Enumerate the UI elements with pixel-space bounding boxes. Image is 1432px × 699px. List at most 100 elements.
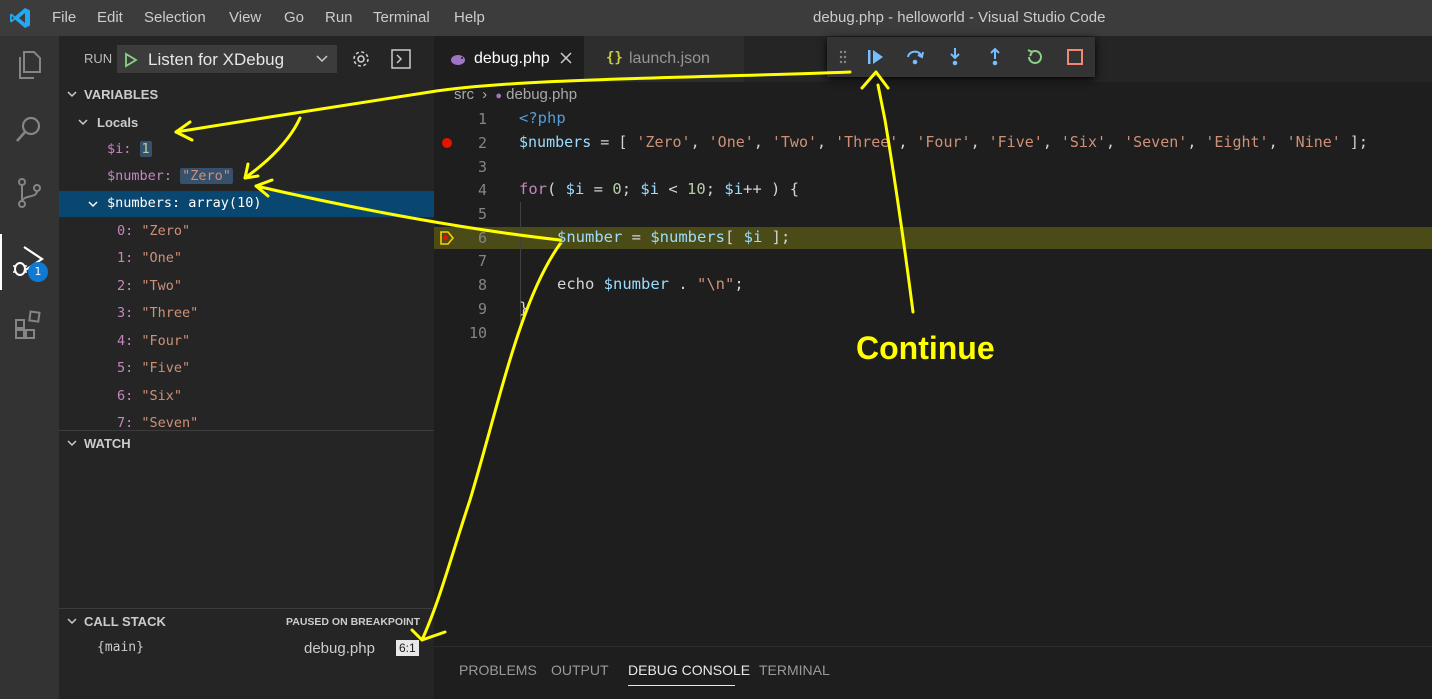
tab-label: launch.json [629, 50, 710, 67]
token: 'One' [708, 133, 754, 151]
menu-terminal[interactable]: Terminal [373, 9, 430, 26]
token: $i [743, 228, 763, 246]
source-control-icon[interactable] [12, 176, 46, 210]
token: for [519, 180, 547, 198]
extensions-icon[interactable] [12, 308, 46, 342]
line-number: 9 [477, 300, 487, 318]
token: 10 [687, 180, 706, 198]
stop-icon[interactable] [1065, 47, 1085, 67]
chevron-down-icon [316, 55, 328, 63]
variable-number[interactable]: $number: "Zero" [59, 164, 434, 190]
locals-scope[interactable]: Locals [59, 110, 434, 134]
step-over-icon[interactable] [905, 47, 925, 67]
json-file-icon: {} [606, 50, 623, 66]
debug-console-icon[interactable] [390, 48, 412, 70]
watch-title: WATCH [84, 436, 131, 451]
menu-edit[interactable]: Edit [97, 9, 123, 26]
token: ; [621, 180, 641, 198]
tab-label: debug.php [474, 50, 550, 67]
title-bar: File Edit Selection View Go Run Terminal… [0, 0, 1432, 36]
token: [ [724, 228, 744, 246]
list-item[interactable]: 2: "Two" [59, 274, 434, 300]
explorer-icon[interactable] [12, 48, 46, 82]
tab-output[interactable]: OUTPUT [551, 662, 609, 678]
tab-problems[interactable]: PROBLEMS [459, 662, 537, 678]
token: 'Eight' [1205, 133, 1269, 151]
breadcrumb-file[interactable]: debug.php [506, 86, 577, 103]
item-value: "Zero" [141, 223, 191, 239]
line-number: 6 [477, 229, 487, 247]
list-item[interactable]: 3: "Three" [59, 301, 434, 327]
token: 'Zero' [636, 133, 691, 151]
menu-selection[interactable]: Selection [144, 9, 206, 26]
token: $number [557, 228, 623, 246]
tab-terminal[interactable]: TERMINAL [759, 662, 830, 678]
code-line-6: $number = $numbers[ $i ]; [557, 228, 790, 246]
variables-section-header[interactable]: VARIABLES [59, 82, 434, 106]
start-debugging-icon[interactable] [124, 52, 138, 68]
menu-file[interactable]: File [52, 9, 76, 26]
menu-run[interactable]: Run [325, 9, 353, 26]
menu-view[interactable]: View [229, 9, 261, 26]
token: 'Four' [916, 133, 971, 151]
locals-label: Locals [97, 115, 139, 130]
variable-name: $numbers: [107, 195, 181, 211]
restart-icon[interactable] [1025, 47, 1045, 67]
step-out-icon[interactable] [985, 47, 1005, 67]
variable-numbers[interactable]: $numbers: array(10) [59, 191, 434, 217]
debug-sidebar: RUN Listen for XDebug VARIABLES Locals $ [59, 36, 434, 699]
list-item[interactable]: 5: "Five" [59, 356, 434, 382]
variable-value: "Zero" [180, 168, 233, 184]
tab-debug-php[interactable]: debug.php [434, 36, 584, 82]
drag-handle-icon[interactable] [839, 50, 847, 64]
item-key: 4: [117, 333, 134, 349]
token: $i [724, 180, 744, 198]
variable-name: $i: [107, 141, 132, 157]
menu-help[interactable]: Help [454, 9, 485, 26]
variable-name: $number: [107, 168, 173, 184]
token: $numbers [650, 228, 725, 246]
item-value: "Two" [141, 278, 183, 294]
token: < [659, 180, 688, 198]
variable-value: 1 [139, 141, 152, 157]
token: $i [640, 180, 660, 198]
item-value: "Four" [141, 333, 191, 349]
item-key: 0: [117, 223, 134, 239]
launch-config-select[interactable]: Listen for XDebug [117, 45, 337, 73]
variable-i[interactable]: $i: 1 [59, 137, 434, 163]
callstack-section-header[interactable]: CALL STACK PAUSED ON BREAKPOINT [59, 608, 434, 632]
token: ++ ) { [743, 180, 800, 198]
token: = [584, 180, 613, 198]
continue-icon[interactable] [865, 47, 885, 67]
code-line-9: } [519, 299, 528, 317]
close-icon[interactable] [560, 52, 572, 64]
token: = [ [591, 133, 637, 151]
search-icon[interactable] [12, 112, 46, 146]
list-item[interactable]: 1: "One" [59, 246, 434, 272]
launch-config-name: Listen for XDebug [148, 50, 285, 69]
item-key: 6: [117, 388, 134, 404]
active-indicator [0, 234, 2, 290]
list-item[interactable]: 6: "Six" [59, 384, 434, 410]
menu-go[interactable]: Go [284, 9, 304, 26]
tab-launch-json[interactable]: {} launch.json [584, 36, 744, 82]
list-item[interactable]: 0: "Zero" [59, 219, 434, 245]
stack-frame[interactable]: {main} debug.php 6:1 [59, 636, 434, 662]
token: 'Five' [988, 133, 1043, 151]
item-key: 7: [117, 415, 134, 430]
run-header: RUN Listen for XDebug [59, 36, 434, 82]
gear-icon[interactable] [350, 48, 372, 70]
item-key: 1: [117, 250, 134, 266]
code-editor[interactable]: 1 2 3 4 5 6 7 8 9 10 <?php $numbers = [ … [434, 106, 1432, 646]
list-item[interactable]: 4: "Four" [59, 329, 434, 355]
breadcrumb-folder[interactable]: src [454, 86, 474, 103]
token: . [669, 275, 697, 293]
token: $number [603, 275, 669, 293]
step-into-icon[interactable] [945, 47, 965, 67]
chevron-down-icon [67, 618, 77, 625]
list-item[interactable]: 7: "Seven" [59, 411, 434, 430]
code-line-4: for( $i = 0; $i < 10; $i++ ) { [519, 180, 799, 198]
tab-debug-console[interactable]: DEBUG CONSOLE [628, 662, 750, 678]
chevron-down-icon [78, 119, 88, 126]
watch-section-header[interactable]: WATCH [59, 430, 434, 454]
